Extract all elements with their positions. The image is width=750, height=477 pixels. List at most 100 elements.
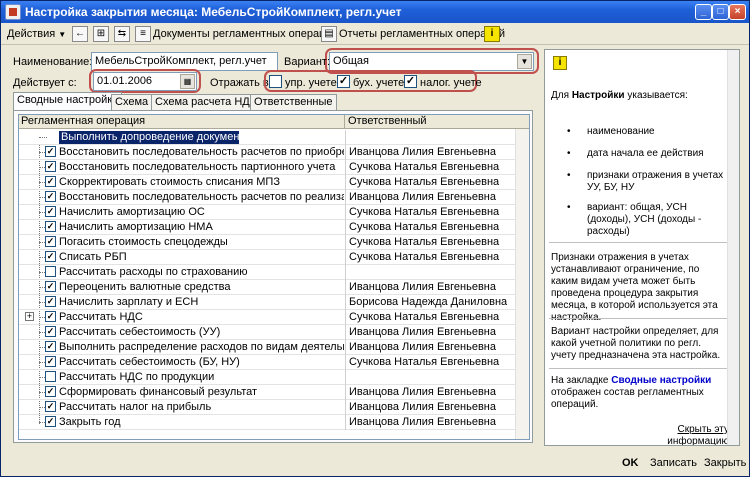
table-row[interactable]: ✓ Рассчитать себестоимость (БУ, НУ) Сучков… xyxy=(19,355,516,370)
table-row[interactable]: ✓ Рассчитать себестоимость (УУ) Иванцова Л… xyxy=(19,325,516,340)
documents-icon[interactable]: ≡ xyxy=(135,26,151,42)
help-bullet: наименование xyxy=(587,126,655,137)
maximize-button[interactable]: □ xyxy=(712,4,729,20)
row-checkbox[interactable]: ✓ xyxy=(45,236,56,247)
tab-vat-scheme[interactable]: Схема расчета НДС xyxy=(151,94,262,110)
table-row[interactable]: ✓ Восстановить последовательность расчето… xyxy=(19,190,516,205)
documents-button[interactable]: Документы регламентных операций xyxy=(153,26,338,42)
refresh-icon[interactable]: ⇆ xyxy=(114,26,130,42)
row-checkbox[interactable]: ✓ xyxy=(45,191,56,202)
tab-summary[interactable]: Сводные настройки xyxy=(13,92,123,111)
row-checkbox[interactable]: ✓ xyxy=(45,356,56,367)
table-row[interactable]: ✓ Рассчитать налог на прибыль Иванцова Лил… xyxy=(19,400,516,415)
row-checkbox[interactable]: ✓ xyxy=(45,386,56,397)
tab-responsible[interactable]: Ответственные xyxy=(250,94,337,110)
row-checkbox[interactable]: ✓ xyxy=(45,206,56,217)
calendar-icon[interactable]: ▦ xyxy=(180,74,195,89)
help-bullet: признаки отражения в учетах УУ, БУ, НУ xyxy=(587,170,724,193)
responsible-cell: Сучкова Наталья Евгеньевна xyxy=(349,311,500,323)
responsible-cell: Сучкова Наталья Евгеньевна xyxy=(349,221,500,233)
column-separator xyxy=(345,220,346,235)
row-checkbox[interactable]: ✓ xyxy=(45,296,56,307)
row-checkbox[interactable] xyxy=(45,266,56,277)
info-icon: i xyxy=(553,56,567,70)
column-separator xyxy=(345,235,346,250)
column-separator xyxy=(345,310,346,325)
table-row[interactable]: ✓ Переоценить валютные средства Иванцова Л… xyxy=(19,280,516,295)
actions-label: Действия xyxy=(7,28,56,40)
checkbox-buh[interactable]: ✓ xyxy=(337,75,350,88)
column-separator xyxy=(345,340,346,355)
info-icon[interactable]: i xyxy=(484,26,500,42)
arrow-left-icon[interactable]: ← xyxy=(72,26,88,42)
table-scrollbar[interactable] xyxy=(515,129,529,439)
row-checkbox[interactable]: ✓ xyxy=(45,341,56,352)
row-checkbox[interactable]: ✓ xyxy=(45,401,56,412)
operations-table[interactable]: Регламентная операция Ответственный Выпо… xyxy=(18,114,530,440)
row-checkbox[interactable]: ✓ xyxy=(45,146,56,157)
tab-scheme[interactable]: Схема xyxy=(111,94,153,110)
column-separator xyxy=(345,175,346,190)
ok-button[interactable]: OK xyxy=(622,455,639,472)
table-row[interactable]: Рассчитать расходы по страхованию xyxy=(19,265,516,280)
row-checkbox[interactable]: ✓ xyxy=(45,221,56,232)
row-checkbox[interactable]: ✓ xyxy=(45,326,56,337)
table-row[interactable]: ✓ Скорректировать стоимость списания МПЗ С… xyxy=(19,175,516,190)
table-row[interactable]: ✓ Восстановить последовательность расчето… xyxy=(19,145,516,160)
row-checkbox[interactable]: ✓ xyxy=(45,416,56,427)
table-row[interactable]: Выполнить допроведение документов xyxy=(19,130,516,145)
expand-icon[interactable]: + xyxy=(25,312,34,321)
table-row[interactable]: Рассчитать НДС по продукции xyxy=(19,370,516,385)
table-row[interactable]: ✓ Начислить амортизацию НМА Сучкова Наталь… xyxy=(19,220,516,235)
close-button[interactable]: Закрыть xyxy=(704,455,746,472)
structure-icon[interactable]: ⊞ xyxy=(93,26,109,42)
reports-button[interactable]: Отчеты регламентных операций xyxy=(339,26,505,42)
row-checkbox[interactable] xyxy=(45,371,56,382)
table-row[interactable]: ✓ Восстановить последовательность партион… xyxy=(19,160,516,175)
checkbox-upr[interactable] xyxy=(269,75,282,88)
minimize-button[interactable]: _ xyxy=(695,4,712,20)
table-row[interactable]: ✓ Начислить амортизацию ОС Сучкова Наталья… xyxy=(19,205,516,220)
help-intro-prefix: Для xyxy=(551,90,572,101)
row-checkbox[interactable]: ✓ xyxy=(45,176,56,187)
button-bar: OK Записать Закрыть xyxy=(1,450,749,476)
operation-cell: Скорректировать стоимость списания МПЗ xyxy=(59,176,280,188)
tree-connector xyxy=(39,137,47,138)
help-link-summary[interactable]: Сводные настройки xyxy=(611,375,711,386)
column-separator xyxy=(345,160,346,175)
variant-select[interactable]: Общая ▼ xyxy=(329,52,534,71)
column-operation[interactable]: Регламентная операция xyxy=(19,115,345,129)
table-row[interactable]: ✓ Списать РБП Сучкова Наталья Евгеньевна xyxy=(19,250,516,265)
checkbox-nalog[interactable]: ✓ xyxy=(404,75,417,88)
variant-label: Вариант: xyxy=(284,56,331,68)
responsible-cell xyxy=(349,266,514,279)
valid-from-field[interactable]: 01.01.2006 ▦ xyxy=(93,72,197,91)
column-separator xyxy=(345,385,346,400)
reports-icon[interactable]: ▤ xyxy=(321,26,337,42)
table-row[interactable]: ✓ Закрыть год Иванцова Лилия Евгеньевна xyxy=(19,415,516,430)
row-checkbox[interactable]: ✓ xyxy=(45,281,56,292)
column-separator xyxy=(345,325,346,340)
row-checkbox[interactable]: ✓ xyxy=(45,161,56,172)
responsible-cell xyxy=(349,371,514,384)
bullet-icon: • xyxy=(567,170,571,181)
help-scrollbar[interactable] xyxy=(727,50,739,445)
chevron-down-icon: ▼ xyxy=(58,30,67,39)
table-row[interactable]: + ✓ Рассчитать НДС Сучкова Наталья Евгеньев… xyxy=(19,310,516,325)
row-checkbox[interactable]: ✓ xyxy=(45,311,56,322)
table-row[interactable]: ✓ Начислить зарплату и ЕСН Борисова Надежд… xyxy=(19,295,516,310)
table-row[interactable]: ✓ Погасить стоимость спецодежды Сучкова На… xyxy=(19,235,516,250)
actions-menu[interactable]: Действия ▼ xyxy=(7,26,66,42)
hide-info-link[interactable]: Скрыть эту информацию xyxy=(629,424,729,445)
table-row[interactable]: ✓ Выполнить распределение расходов по вид… xyxy=(19,340,516,355)
column-separator xyxy=(345,205,346,220)
help-para-3-prefix: На закладке xyxy=(551,375,612,386)
table-row[interactable]: ✓ Сформировать финансовый результат Иванцо… xyxy=(19,385,516,400)
close-window-button[interactable]: × xyxy=(729,4,746,20)
column-responsible[interactable]: Ответственный xyxy=(346,115,516,129)
chevron-down-icon[interactable]: ▼ xyxy=(517,54,532,69)
row-checkbox[interactable]: ✓ xyxy=(45,251,56,262)
help-intro: Для Настройки указывается: xyxy=(551,90,727,102)
save-button[interactable]: Записать xyxy=(650,455,697,472)
operation-cell: Переоценить валютные средства xyxy=(59,281,231,293)
